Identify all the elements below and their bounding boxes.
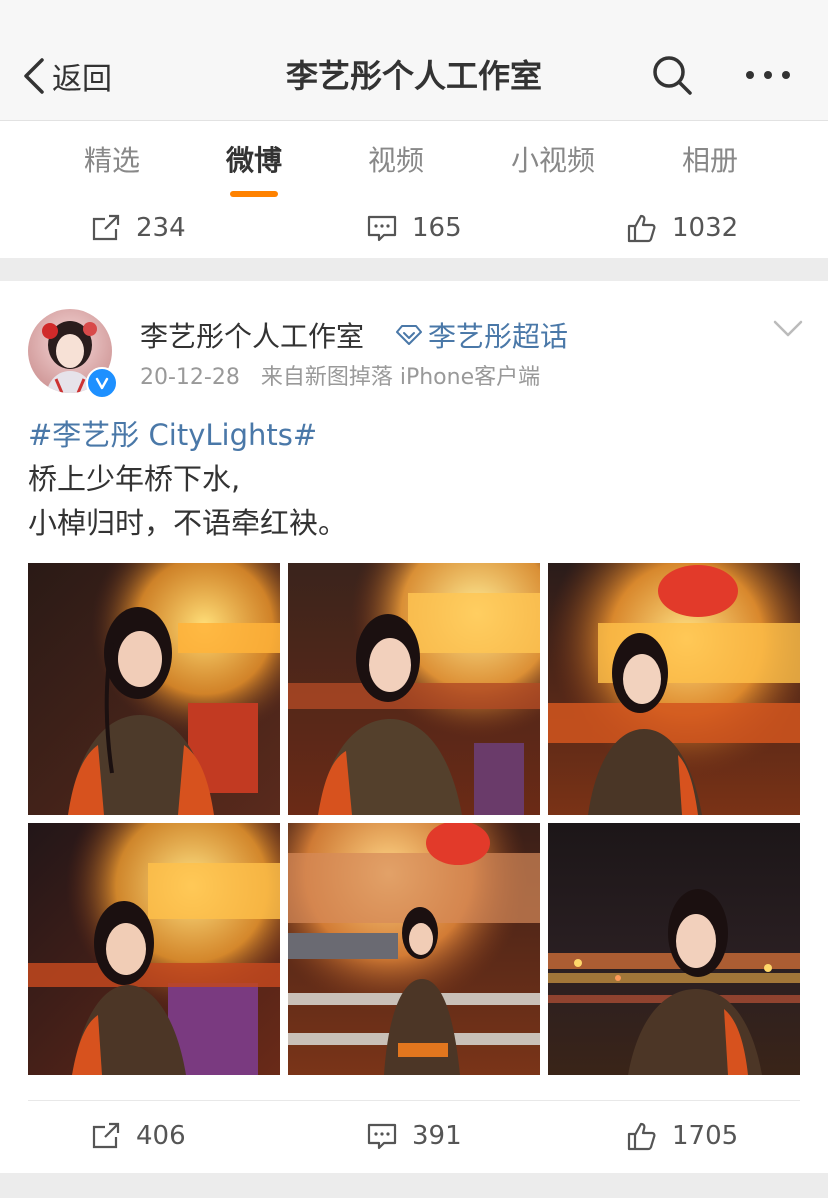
chevron-down-icon[interactable] — [772, 319, 804, 339]
top-nav-bar: 返回 李艺彤个人工作室 — [0, 0, 828, 121]
repost-count: 406 — [136, 1121, 186, 1151]
prev-post-action-bar: 234 165 1032 — [0, 198, 828, 258]
page-title: 李艺彤个人工作室 — [285, 57, 542, 95]
repost-icon — [92, 1122, 120, 1149]
comment-icon — [367, 1123, 397, 1150]
tab-weibo[interactable]: 微博 — [214, 121, 294, 203]
tab-featured[interactable]: 精选 — [72, 121, 152, 203]
post-photo[interactable] — [288, 823, 540, 1075]
post-photo[interactable] — [288, 563, 540, 815]
post-text-line: 小棹归时，不语牵红袂。 — [28, 506, 348, 540]
profile-tabs: 精选 微博 视频 小视频 相册 — [0, 121, 828, 204]
divider — [28, 1100, 800, 1101]
super-topic-link[interactable]: 李艺彤超话 — [396, 315, 568, 355]
tab-label: 相册 — [681, 144, 738, 177]
post-source: 来自新图掉落 iPhone客户端 — [260, 365, 541, 390]
post-action-bar: 406 391 1705 — [0, 1106, 828, 1166]
comment-button[interactable]: 165 — [366, 198, 462, 258]
repost-icon — [92, 214, 120, 241]
post-meta: 20-12-28 来自新图掉落 iPhone客户端 — [140, 359, 554, 391]
back-label: 返回 — [52, 62, 112, 97]
diamond-icon — [396, 325, 422, 345]
more-options-icon[interactable] — [744, 60, 792, 90]
verified-badge-icon — [86, 367, 118, 399]
post-author-name[interactable]: 李艺彤个人工作室 — [140, 315, 364, 355]
back-button[interactable]: 返回 — [20, 50, 112, 102]
tab-videos[interactable]: 视频 — [356, 121, 436, 203]
tab-label: 小视频 — [510, 144, 595, 177]
active-tab-indicator — [230, 191, 278, 197]
post-photo[interactable] — [548, 823, 800, 1075]
like-count: 1705 — [672, 1121, 739, 1151]
weibo-post-card: 李艺彤个人工作室 李艺彤超话 20-12-28 来自新图掉落 iPhone客户端… — [0, 281, 828, 1173]
like-button[interactable]: 1705 — [626, 1106, 738, 1166]
post-text: #李艺彤 CityLights# 桥上少年桥下水, 小棹归时，不语牵红袂。 — [28, 413, 800, 545]
like-count: 1032 — [672, 213, 739, 243]
comment-icon — [367, 215, 397, 242]
comment-button[interactable]: 391 — [366, 1106, 462, 1166]
tab-label: 精选 — [83, 144, 140, 177]
chevron-left-icon — [24, 58, 44, 94]
tab-albums[interactable]: 相册 — [670, 121, 750, 203]
hashtag-link[interactable]: #李艺彤 CityLights# — [28, 413, 800, 457]
repost-button[interactable]: 406 — [90, 1106, 186, 1166]
thumbs-up-icon — [627, 214, 656, 243]
super-topic-label: 李艺彤超话 — [428, 320, 569, 353]
tab-label: 视频 — [367, 144, 424, 177]
tab-label: 微博 — [225, 144, 282, 177]
photo-grid — [28, 563, 800, 1075]
post-photo[interactable] — [548, 563, 800, 815]
comment-count: 391 — [412, 1121, 462, 1151]
post-photo[interactable] — [28, 563, 280, 815]
repost-count: 234 — [136, 213, 186, 243]
tab-short-videos[interactable]: 小视频 — [496, 121, 610, 203]
comment-count: 165 — [412, 213, 462, 243]
thumbs-up-icon — [627, 1122, 656, 1151]
repost-button[interactable]: 234 — [90, 198, 186, 258]
search-icon[interactable] — [650, 53, 694, 97]
like-button[interactable]: 1032 — [626, 198, 738, 258]
post-photo[interactable] — [28, 823, 280, 1075]
post-text-line: 桥上少年桥下水, — [28, 462, 241, 496]
post-date: 20-12-28 — [140, 365, 240, 390]
